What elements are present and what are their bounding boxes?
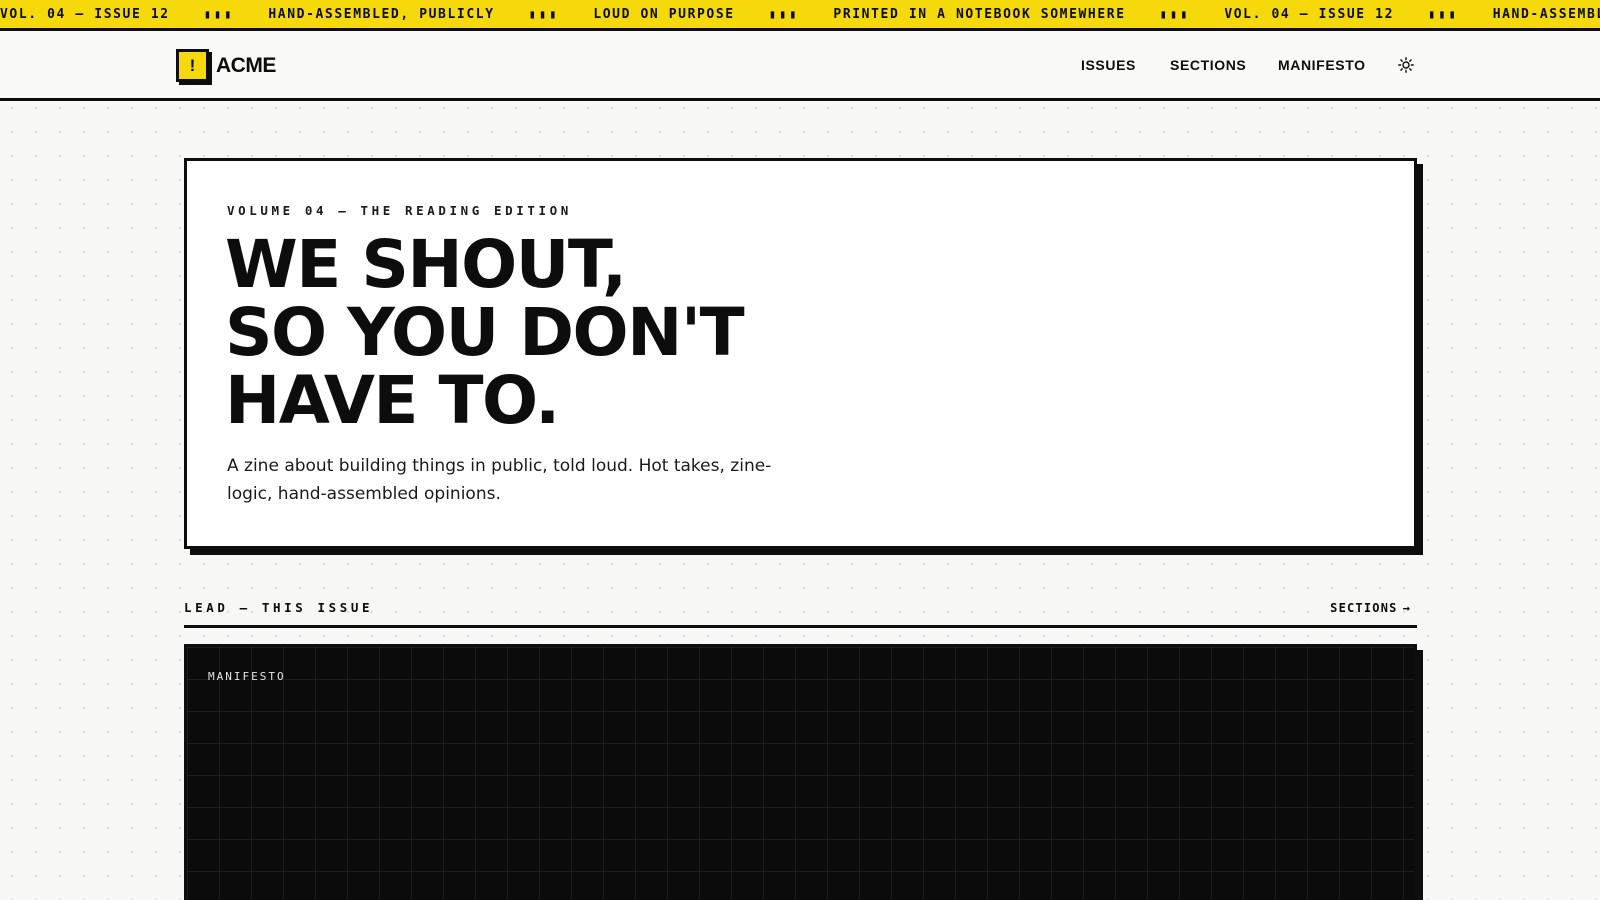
ticker-item: HAND-ASSEMBLED, PUBLICLY bbox=[268, 6, 495, 22]
logo-text: ACME bbox=[216, 53, 276, 77]
ticker-item: LOUD ON PURPOSE bbox=[593, 6, 735, 22]
ticker-separator: ▮▮▮ bbox=[528, 7, 560, 21]
nav-sections[interactable]: SECTIONS bbox=[1170, 57, 1246, 73]
sun-icon bbox=[1398, 57, 1414, 73]
logo-link[interactable]: ! ACME bbox=[176, 49, 276, 82]
ticker-item: VOL. 04 — ISSUE 12 bbox=[0, 6, 170, 22]
ticker-separator: ▮▮▮ bbox=[1428, 7, 1459, 21]
section-label: LEAD — THIS ISSUE bbox=[184, 600, 374, 615]
hero-title-line: WE SHOUT, bbox=[225, 226, 627, 303]
hero-title-line: HAVE TO. bbox=[225, 362, 560, 439]
nav-manifesto[interactable]: MANIFESTO bbox=[1278, 57, 1366, 73]
ticker-separator: ▮▮▮ bbox=[768, 7, 800, 21]
ticker-item: VOL. 04 — ISSUE 12 bbox=[1224, 6, 1395, 22]
site-header: ! ACME ISSUES SECTIONS MANIFESTO bbox=[0, 31, 1600, 101]
ticker-separator: ▮▮▮ bbox=[1159, 7, 1191, 21]
hero-title: WE SHOUT, SO YOU DON'T HAVE TO. bbox=[225, 231, 985, 435]
hero-title-line: SO YOU DON'T bbox=[225, 294, 745, 371]
nav-issues[interactable]: ISSUES bbox=[1081, 57, 1136, 73]
sections-link-label: SECTIONS bbox=[1330, 601, 1398, 615]
hero-card: VOLUME 04 — THE READING EDITION WE SHOUT… bbox=[184, 158, 1417, 549]
hero-subtitle: A zine about building things in public, … bbox=[227, 456, 772, 504]
ticker-separator: ▮▮▮ bbox=[203, 7, 235, 21]
sections-link[interactable]: SECTIONS → bbox=[1330, 601, 1411, 615]
ticker-item: PRINTED IN A NOTEBOOK SOMEWHERE bbox=[833, 6, 1126, 22]
ticker-bar: VOL. 04 — ISSUE 12 ▮▮▮ HAND-ASSEMBLED, P… bbox=[0, 0, 1600, 31]
lead-article-card[interactable]: MANIFESTO bbox=[184, 644, 1417, 900]
ticker-item: HAND-ASSEMBLED, PUBLICLY bbox=[1492, 6, 1600, 22]
logo-mark: ! bbox=[176, 49, 209, 82]
lead-section-header: LEAD — THIS ISSUE SECTIONS → bbox=[184, 596, 1417, 628]
hero-kicker: VOLUME 04 — THE READING EDITION bbox=[227, 203, 572, 218]
arrow-right-icon: → bbox=[1402, 601, 1411, 615]
lead-category-tag: MANIFESTO bbox=[208, 670, 286, 683]
ticker-track: VOL. 04 — ISSUE 12 ▮▮▮ HAND-ASSEMBLED, P… bbox=[0, 0, 1600, 28]
theme-toggle-button[interactable] bbox=[1396, 55, 1416, 75]
